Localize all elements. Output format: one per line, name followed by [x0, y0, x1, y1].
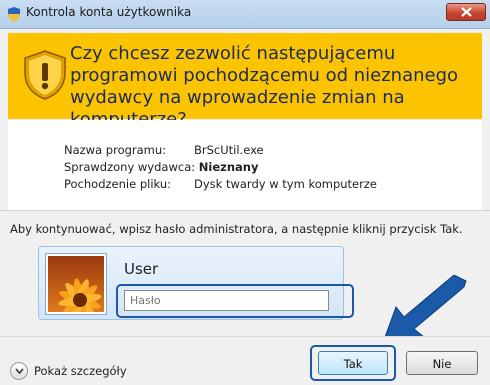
- program-name-label: Nazwa programu:: [64, 143, 167, 157]
- show-details-label: Pokaż szczegóły: [34, 364, 127, 378]
- flower-avatar-icon: [46, 254, 106, 314]
- divider: [0, 210, 490, 211]
- password-input[interactable]: [124, 290, 329, 311]
- close-icon: [461, 7, 472, 17]
- publisher-label: Sprawdzony wydawca: Nieznany: [64, 160, 258, 174]
- no-button[interactable]: Nie: [406, 351, 478, 375]
- origin-label: Pochodzenie pliku:: [64, 177, 171, 191]
- window-title: Kontrola konta użytkownika: [26, 5, 192, 19]
- shield-icon: [8, 7, 20, 22]
- warning-shield-icon: [24, 50, 66, 100]
- uac-dialog: Kontrola konta użytkownika Czy chcesz ze…: [0, 0, 490, 385]
- title-bar: Kontrola konta użytkownika: [0, 0, 490, 29]
- program-name-value: BrScUtil.exe: [194, 143, 264, 157]
- instruction-text: Aby kontynuować, wpisz hasło administrat…: [10, 222, 463, 236]
- program-details: Nazwa programu: BrScUtil.exe Sprawdzony …: [8, 120, 482, 210]
- chevron-down-icon: [10, 362, 28, 380]
- origin-value: Dysk twardy w tym komputerze: [194, 177, 377, 191]
- yes-button[interactable]: Tak: [318, 351, 388, 375]
- warning-header: Czy chcesz zezwolić następującemu progra…: [8, 33, 482, 130]
- publisher-value: Nieznany: [198, 160, 259, 174]
- warning-message: Czy chcesz zezwolić następującemu progra…: [70, 43, 459, 130]
- close-button[interactable]: [446, 3, 486, 21]
- username-label: User: [124, 260, 159, 278]
- publisher-label-text: Sprawdzony wydawca:: [64, 160, 196, 174]
